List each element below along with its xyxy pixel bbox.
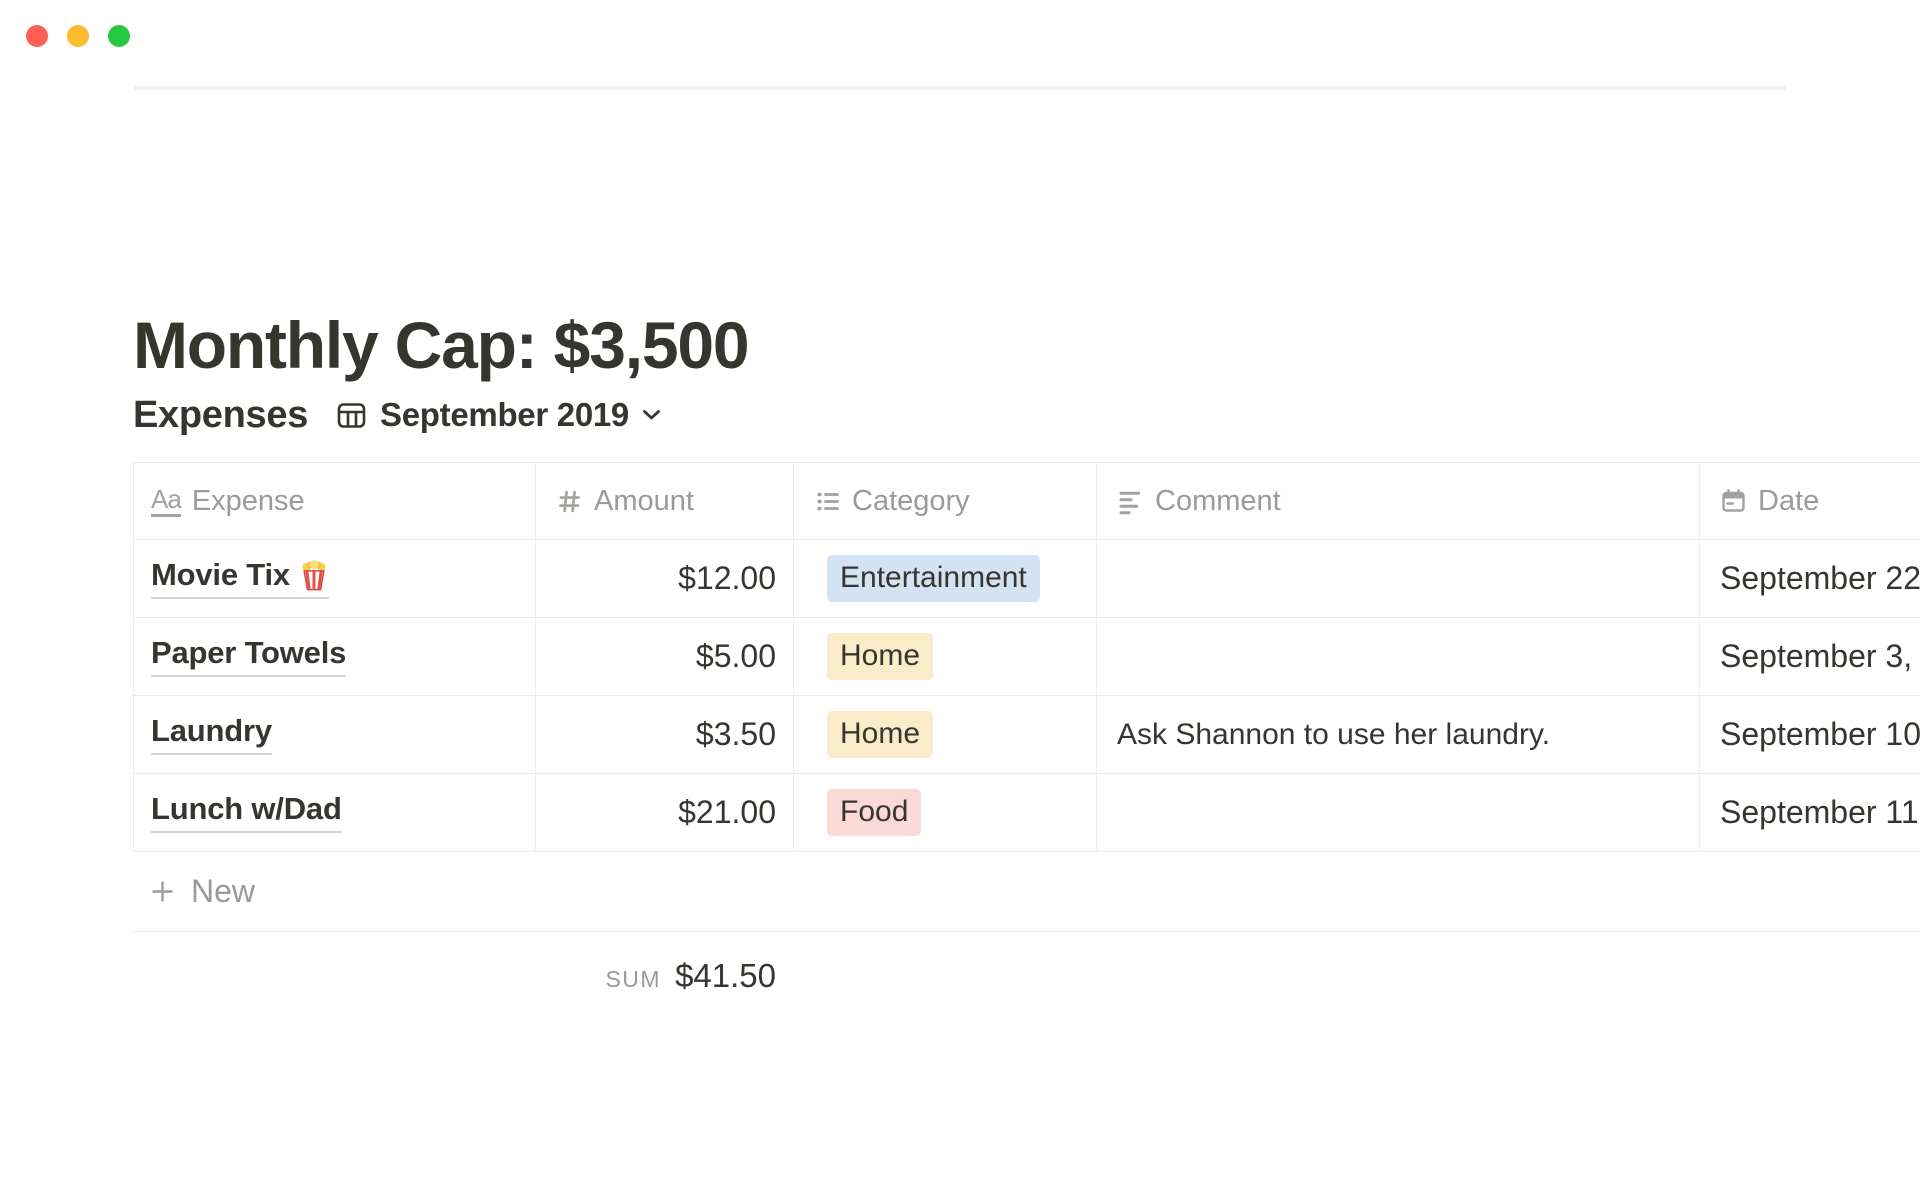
table-view-icon [336, 400, 367, 431]
text-lines-icon [1117, 488, 1144, 515]
category-badge: Entertainment [827, 555, 1040, 603]
expense-title-link: Movie Tix [151, 558, 329, 598]
new-row-button[interactable]: New [133, 852, 1920, 932]
sum-row: SUM $41.50 [133, 933, 793, 1018]
toolbar-divider [133, 86, 1787, 90]
amount-cell[interactable]: $3.50 [536, 696, 794, 773]
expense-title-text: Lunch w/Dad [151, 792, 342, 826]
table-row: Movie Tix $12.00 Entertainment September 22… [133, 540, 1920, 618]
comment-cell[interactable] [1097, 540, 1700, 617]
minimize-button[interactable] [67, 25, 89, 47]
date-cell[interactable]: September 22, 2019 [1700, 540, 1920, 617]
database-title[interactable]: Expenses [133, 394, 308, 437]
amount-cell[interactable]: $21.00 [536, 774, 794, 851]
date-cell[interactable]: September 3, 2019 [1700, 618, 1920, 695]
expense-title-link: Lunch w/Dad [151, 792, 342, 832]
column-label: Date [1758, 485, 1819, 518]
date-cell[interactable]: September 10, 2019 [1700, 696, 1920, 773]
expenses-table: Aa Expense Amount Category Comment Date Movie … [133, 462, 1920, 932]
category-cell[interactable]: Home [794, 696, 1097, 773]
calendar-icon [1720, 488, 1747, 515]
table-row: Laundry $3.50 Home Ask Shannon to use her l… [133, 696, 1920, 774]
expense-title-text: Movie Tix [151, 558, 290, 592]
amount-cell[interactable]: $12.00 [536, 540, 794, 617]
comment-cell[interactable]: Ask Shannon to use her laundry. [1097, 696, 1700, 773]
page-title[interactable]: Monthly Cap: $3,500 [133, 308, 748, 384]
date-cell[interactable]: September 11, 2019 [1700, 774, 1920, 851]
expense-title-text: Laundry [151, 714, 272, 748]
close-button[interactable] [26, 25, 48, 47]
chevron-down-icon [642, 409, 661, 421]
category-cell[interactable]: Home [794, 618, 1097, 695]
expense-cell[interactable]: Paper Towels [134, 618, 536, 695]
window-controls [26, 25, 130, 47]
comment-text: Ask Shannon to use her laundry. [1117, 718, 1550, 752]
comment-cell[interactable] [1097, 618, 1700, 695]
new-row-label: New [191, 873, 255, 910]
category-badge: Home [827, 711, 933, 759]
amount-value: $21.00 [678, 794, 776, 831]
table-row: Lunch w/Dad $21.00 Food September 11, 2019 [133, 774, 1920, 852]
hash-icon [556, 488, 583, 515]
view-switcher[interactable]: September 2019 [336, 396, 661, 434]
category-badge: Food [827, 789, 921, 837]
column-header-comment[interactable]: Comment [1097, 463, 1700, 539]
column-header-date[interactable]: Date [1700, 463, 1920, 539]
date-text: September 10, 2019 [1720, 716, 1920, 753]
amount-value: $5.00 [696, 638, 776, 675]
category-cell[interactable]: Entertainment [794, 540, 1097, 617]
sum-calculation-button[interactable]: SUM $41.50 [605, 957, 776, 995]
expense-title-text: Paper Towels [151, 636, 346, 670]
sum-value: $41.50 [675, 957, 776, 995]
view-name: September 2019 [380, 396, 629, 434]
column-header-category[interactable]: Category [794, 463, 1097, 539]
comment-cell[interactable] [1097, 774, 1700, 851]
table-header-row: Aa Expense Amount Category Comment Date [133, 462, 1920, 540]
category-badge: Home [827, 633, 933, 681]
column-label: Expense [192, 485, 305, 518]
list-icon [814, 488, 841, 515]
column-header-expense[interactable]: Aa Expense [134, 463, 536, 539]
date-text: September 3, 2019 [1720, 638, 1920, 675]
amount-cell[interactable]: $5.00 [536, 618, 794, 695]
text-style-icon: Aa [151, 486, 181, 517]
database-header: Expenses September 2019 [133, 392, 661, 438]
column-label: Comment [1155, 485, 1281, 518]
column-label: Category [852, 485, 970, 518]
expense-title-link: Paper Towels [151, 636, 346, 676]
expense-cell[interactable]: Movie Tix [134, 540, 536, 617]
column-label: Amount [594, 485, 694, 518]
plus-icon [149, 878, 176, 905]
amount-value: $3.50 [696, 716, 776, 753]
category-cell[interactable]: Food [794, 774, 1097, 851]
table-row: Paper Towels $5.00 Home September 3, 2019 [133, 618, 1920, 696]
date-text: September 22, 2019 [1720, 560, 1920, 597]
expense-cell[interactable]: Lunch w/Dad [134, 774, 536, 851]
expense-title-link: Laundry [151, 714, 272, 754]
sum-label: SUM [605, 966, 661, 993]
amount-value: $12.00 [678, 560, 776, 597]
popcorn-emoji [299, 559, 329, 592]
expense-cell[interactable]: Laundry [134, 696, 536, 773]
zoom-button[interactable] [108, 25, 130, 47]
date-text: September 11, 2019 [1720, 794, 1920, 831]
column-header-amount[interactable]: Amount [536, 463, 794, 539]
